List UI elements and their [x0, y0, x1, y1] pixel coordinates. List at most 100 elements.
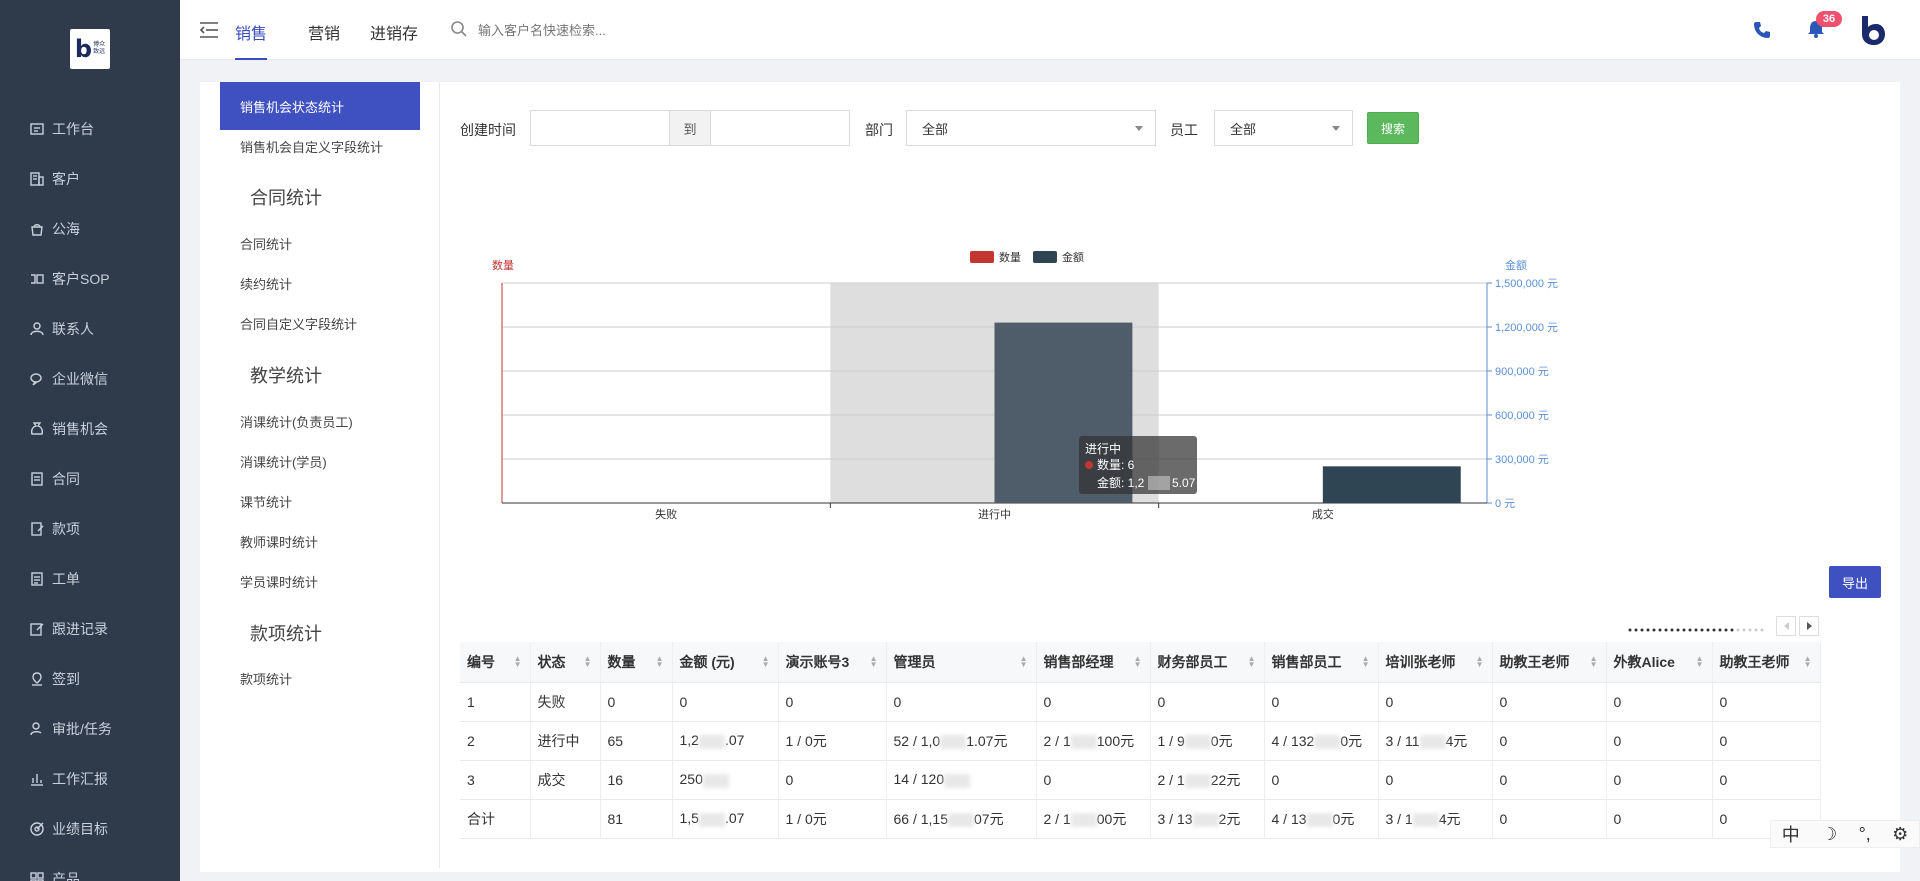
column-header[interactable]: 状态 ▲ ▼ — [530, 642, 601, 683]
app-logo[interactable]: b 博众 致远 — [70, 29, 110, 69]
column-header[interactable]: 助教王老师 ▲ ▼ — [1492, 642, 1607, 683]
export-button[interactable]: 导出 — [1829, 566, 1881, 598]
table-cell — [530, 799, 601, 839]
department-label: 部门 — [865, 122, 893, 138]
column-header-label: 管理员 — [893, 653, 936, 670]
staff-select[interactable]: 全部 — [1214, 110, 1353, 146]
sidebar-item-13[interactable]: 工作汇报 — [0, 754, 180, 804]
column-header[interactable]: 数量 ▲ ▼ — [600, 642, 673, 683]
sort-icon[interactable]: ▲ ▼ — [1134, 655, 1142, 669]
table-scroll-left-button[interactable] — [1776, 616, 1796, 636]
sort-icon[interactable]: ▲ ▼ — [1696, 655, 1704, 669]
ime-toolbar-item[interactable]: 中 — [1782, 821, 1800, 847]
sidebar-item-10[interactable]: 跟进记录 — [0, 604, 180, 654]
start-date-input[interactable] — [530, 110, 670, 146]
sidebar-item-1[interactable]: 客户 — [0, 154, 180, 204]
table-scroll-right-button[interactable] — [1799, 616, 1819, 636]
sort-icon[interactable]: ▲ ▼ — [762, 655, 770, 669]
sidebar-item-3[interactable]: 客户SOP — [0, 254, 180, 304]
column-header[interactable]: 财务部员工 ▲ ▼ — [1150, 642, 1265, 683]
sidebar-item-14[interactable]: 业绩目标 — [0, 804, 180, 854]
column-header[interactable]: 金额 (元) ▲ ▼ — [672, 642, 779, 683]
created-time-label: 创建时间 — [460, 122, 516, 138]
subnav-item[interactable]: 学员课时统计 — [220, 557, 420, 605]
table-cell: 52 / 1,0 1.07元 — [886, 721, 1037, 761]
column-header[interactable]: 助教王老师 ▲ ▼ — [1712, 642, 1821, 683]
sidebar-item-11[interactable]: 签到 — [0, 654, 180, 704]
cell-text-part: 1.07元 — [966, 732, 1008, 749]
sort-icon[interactable]: ▲ ▼ — [870, 655, 878, 669]
department-select[interactable]: 全部 — [906, 110, 1156, 146]
sidebar-item-0[interactable]: 工作台 — [0, 104, 180, 154]
cell-text-part: 4 / 132 — [1271, 732, 1315, 749]
end-date-input[interactable] — [710, 110, 850, 146]
sidebar-item-8[interactable]: 款项 — [0, 504, 180, 554]
sidebar-item-2[interactable]: 公海 — [0, 204, 180, 254]
subnav-item[interactable]: 合同自定义字段统计 — [220, 299, 420, 347]
table-cell: 1,2 .07 — [672, 721, 779, 761]
tab-inventory[interactable]: 进销存 — [370, 20, 418, 60]
sidebar-item-6[interactable]: 销售机会 — [0, 404, 180, 454]
sidebar-item-7[interactable]: 合同 — [0, 454, 180, 504]
sort-icon[interactable]: ▲ ▼ — [656, 655, 664, 669]
redacted-block — [1412, 812, 1439, 827]
cell-text-part: 1,5 — [679, 810, 699, 827]
sort-icon[interactable]: ▲ ▼ — [514, 655, 522, 669]
tab-marketing[interactable]: 营销 — [308, 20, 340, 60]
right-axis-tick-label: 300,000 元 — [1495, 454, 1549, 466]
menu-collapse-icon[interactable] — [198, 20, 220, 40]
column-header[interactable]: 销售部员工 ▲ ▼ — [1264, 642, 1379, 683]
sort-icon[interactable]: ▲ ▼ — [584, 655, 592, 669]
redacted-block — [702, 773, 729, 788]
subnav-item[interactable]: 款项统计 — [220, 654, 420, 702]
ime-toolbar-item[interactable]: ⚙ — [1892, 824, 1908, 845]
column-header[interactable]: 管理员 ▲ ▼ — [886, 642, 1037, 683]
column-header[interactable]: 销售部经理 ▲ ▼ — [1036, 642, 1151, 683]
column-header[interactable]: 演示账号3 ▲ ▼ — [778, 642, 887, 683]
search-button[interactable]: 搜索 — [1367, 112, 1419, 144]
sidebar-item-15[interactable]: 产品 — [0, 854, 180, 881]
statistics-subnav: 销售机会状态统计 销售机会自定义字段统计 合同统计 合同统计 续约统计 合同自定义字段统计… — [200, 82, 440, 868]
table-cell: 0 — [1264, 760, 1379, 800]
section-heading-teaching: 教学统计 — [250, 366, 322, 386]
sidebar-item-label: 工作汇报 — [52, 771, 108, 787]
main-card: 销售机会状态统计 销售机会自定义字段统计 合同统计 合同统计 续约统计 合同自定义字段统计… — [200, 82, 1900, 872]
sidebar-item-4[interactable]: 联系人 — [0, 304, 180, 354]
sidebar-item-5[interactable]: 企业微信 — [0, 354, 180, 404]
sort-icon[interactable]: ▲ ▼ — [1804, 655, 1812, 669]
ime-toolbar-item[interactable]: °, — [1859, 824, 1871, 845]
phone-icon[interactable] — [1752, 20, 1772, 40]
sort-icon[interactable]: ▲ ▼ — [1020, 655, 1028, 669]
customer-search-input[interactable] — [478, 18, 778, 42]
column-header-label: 助教王老师 — [1499, 653, 1570, 670]
column-header[interactable]: 外教Alice ▲ ▼ — [1606, 642, 1713, 683]
ime-toolbar-item[interactable]: ☽ — [1821, 824, 1837, 845]
scroll-dot — [1688, 628, 1692, 632]
sort-icon[interactable]: ▲ ▼ — [1476, 655, 1484, 669]
user-avatar[interactable] — [1858, 14, 1886, 46]
report-icon — [29, 771, 45, 787]
subnav-item[interactable]: 销售机会自定义字段统计 — [220, 122, 420, 170]
table-cell: 0 — [1712, 682, 1821, 722]
sidebar-item-label: 签到 — [52, 671, 80, 687]
sort-icon[interactable]: ▲ ▼ — [1248, 655, 1256, 669]
column-header[interactable]: 培训张老师 ▲ ▼ — [1378, 642, 1493, 683]
sidebar-item-9[interactable]: 工单 — [0, 554, 180, 604]
table-scroll-indicator[interactable] — [1628, 626, 1768, 634]
scroll-dot — [1754, 628, 1758, 632]
scroll-dot — [1658, 628, 1662, 632]
sort-icon[interactable]: ▲ ▼ — [1362, 655, 1370, 669]
sort-icon[interactable]: ▲ ▼ — [1590, 655, 1598, 669]
table-cell: 0 — [778, 760, 887, 800]
staff-select-value: 全部 — [1230, 121, 1257, 137]
scroll-dot — [1748, 628, 1752, 632]
column-header-label: 财务部员工 — [1157, 653, 1228, 670]
right-axis-tick-label: 0 元 — [1495, 498, 1515, 510]
column-header[interactable]: 编号 ▲ ▼ — [460, 642, 531, 683]
scroll-dot — [1712, 628, 1716, 632]
table-row: 1 失败 0 0 0 0 0 0 0 0 0 0 0 — [460, 682, 1821, 722]
table-cell: 65 — [600, 721, 673, 761]
column-header-label: 演示账号3 — [785, 653, 850, 670]
tab-sales[interactable]: 销售 — [235, 20, 268, 60]
sidebar-item-12[interactable]: 审批/任务 — [0, 704, 180, 754]
